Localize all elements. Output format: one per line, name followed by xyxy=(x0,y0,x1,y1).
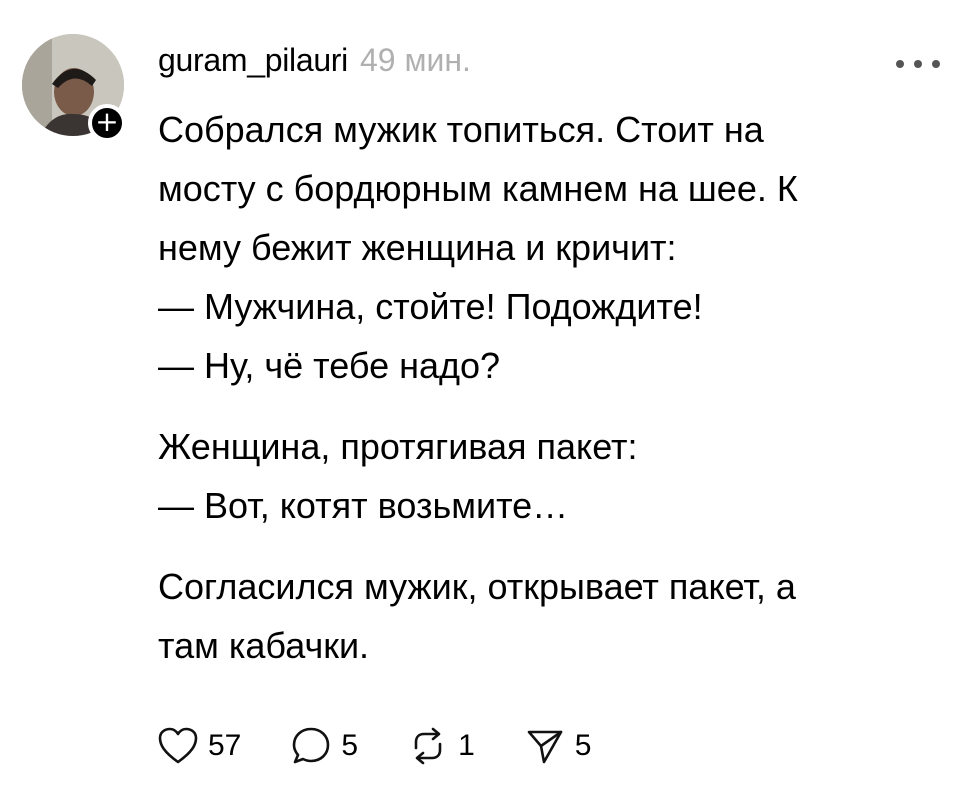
post-text: Собрался мужик топиться. Стоит на мосту … xyxy=(158,100,938,675)
heart-icon xyxy=(158,727,198,764)
post-line: мосту с бордюрным камнем на шее. К xyxy=(158,168,798,209)
repost-count: 1 xyxy=(458,729,475,762)
share-count: 5 xyxy=(574,729,592,762)
post-line: — Вот, котят возьмите… xyxy=(158,485,569,526)
post-line: — Ну, чё тебе надо? xyxy=(158,345,501,386)
send-icon xyxy=(527,730,563,764)
comment-button[interactable]: 5 xyxy=(291,726,358,766)
post-time: 49 мин. xyxy=(359,42,471,78)
like-count: 57 xyxy=(208,729,242,762)
post-line: — Мужчина, стойте! Подождите! xyxy=(158,286,703,327)
post-actions: 57 5 1 5 xyxy=(158,722,641,770)
post-paragraph: Женщина, протягивая пакет: — Вот, котят … xyxy=(158,417,938,535)
more-dots-icon[interactable] xyxy=(896,56,940,72)
author-username[interactable]: guram_pilauri xyxy=(158,42,348,79)
repost-icon xyxy=(414,727,442,765)
repost-button[interactable]: 1 xyxy=(408,726,475,766)
comment-bubble-icon xyxy=(293,727,330,764)
post-line: Согласился мужик, открывает пакет, а xyxy=(158,566,796,607)
post-header: guram_pilauri 49 мин. xyxy=(158,42,471,86)
post-line: Женщина, протягивая пакет: xyxy=(158,426,638,467)
post-line: там кабачки. xyxy=(158,625,370,666)
like-button[interactable]: 57 xyxy=(158,727,241,765)
post-paragraph: Согласился мужик, открывает пакет, а там… xyxy=(158,557,938,675)
post-line: Собрался мужик топиться. Стоит на xyxy=(158,109,764,150)
follow-plus-icon[interactable]: + xyxy=(88,104,126,142)
comment-count: 5 xyxy=(341,729,359,762)
share-button[interactable]: 5 xyxy=(525,726,592,766)
post-line: нему бежит женщина и кричит: xyxy=(158,227,677,268)
post-paragraph: Собрался мужик топиться. Стоит на мосту … xyxy=(158,100,938,395)
